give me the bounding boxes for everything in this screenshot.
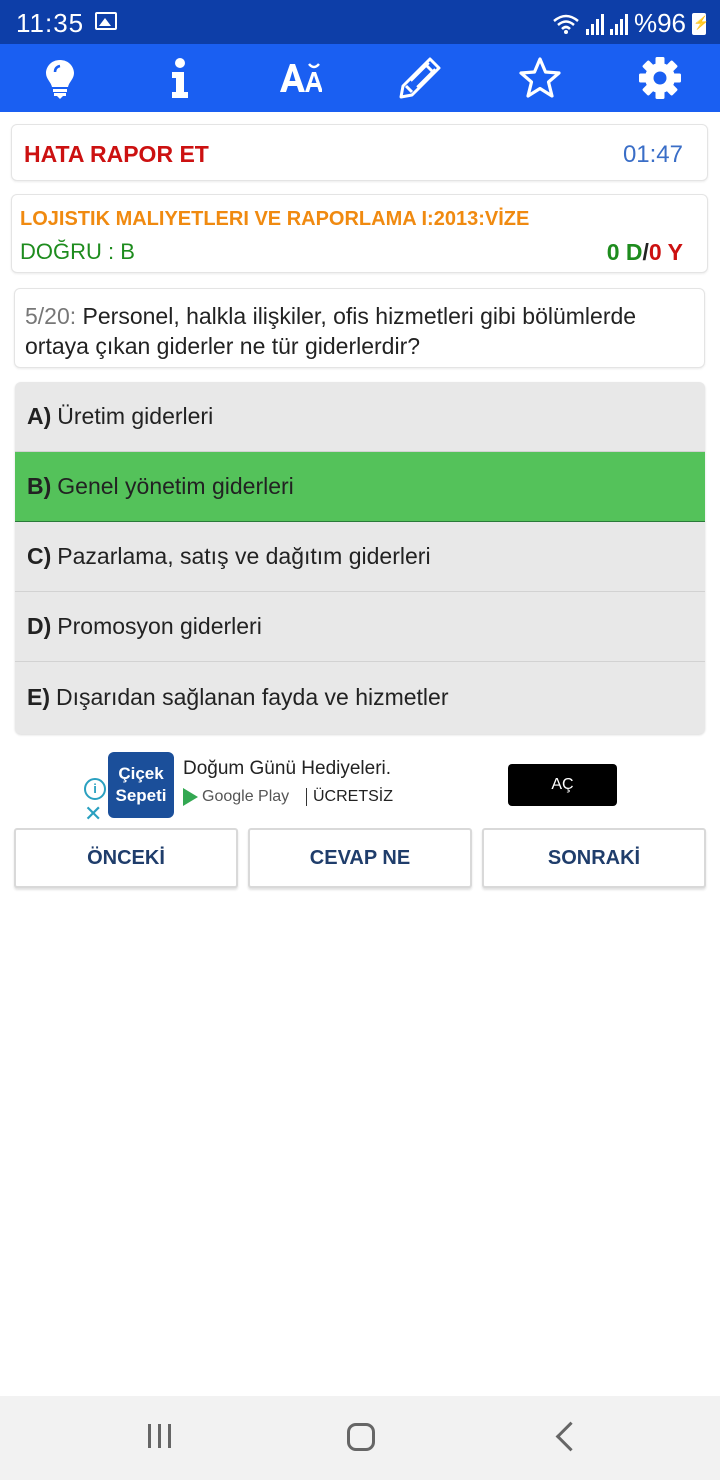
- edit-button[interactable]: [390, 48, 450, 108]
- lightbulb-icon: [46, 60, 74, 99]
- ad-info-icon[interactable]: i: [84, 778, 106, 800]
- ad-banner[interactable]: i ✕ Çiçek Sepeti Doğum Günü Hediyeleri. G…: [82, 748, 642, 826]
- option-letter: B): [27, 473, 52, 499]
- report-card: HATA RAPOR ET 01:47: [11, 124, 708, 181]
- google-play-icon: [183, 788, 198, 806]
- status-indicators: %96: [552, 8, 709, 39]
- option-d[interactable]: D) Promosyon giderleri: [15, 592, 705, 662]
- battery-charging-icon: [692, 12, 709, 35]
- battery-percentage: %96: [633, 8, 686, 38]
- ad-store: Google Play: [183, 788, 289, 806]
- option-e[interactable]: E) Dışarıdan sağlanan fayda ve hizmetler: [15, 662, 705, 732]
- hint-button[interactable]: [30, 48, 90, 108]
- status-time: 11:35: [16, 8, 85, 38]
- star-icon: [519, 57, 561, 98]
- option-text: Pazarlama, satış ve dağıtım giderleri: [57, 543, 431, 569]
- option-text: Dışarıdan sağlanan fayda ve hizmetler: [56, 683, 449, 710]
- wifi-icon: [553, 14, 579, 34]
- system-navigation-bar: [0, 1396, 720, 1480]
- ad-close-icon[interactable]: ✕: [84, 803, 102, 825]
- ad-open-button[interactable]: AÇ: [508, 764, 617, 806]
- option-letter: C): [27, 543, 52, 569]
- timer: 01:47: [622, 141, 683, 168]
- info-button[interactable]: [150, 48, 210, 108]
- ad-logo: Çiçek Sepeti: [108, 752, 174, 818]
- exam-info-card: LOJISTIK MALIYETLERI VE RAPORLAMA I:2013…: [11, 194, 708, 273]
- answer-options: A) Üretim giderleri B) Genel yönetim gider…: [15, 382, 705, 734]
- score-wrong: 0 Y: [648, 239, 683, 265]
- report-error-button[interactable]: HATA RAPOR ET: [24, 141, 209, 168]
- info-icon: [172, 58, 188, 98]
- pencil-icon: [399, 57, 441, 99]
- status-bar: 11:35 %96: [0, 0, 720, 44]
- recent-apps-button[interactable]: [148, 1424, 171, 1448]
- gear-icon: [639, 57, 681, 99]
- previous-button[interactable]: ÖNCEKİ: [14, 828, 238, 888]
- ad-title: Doğum Günü Hediyeleri.: [183, 758, 392, 779]
- app-toolbar: [0, 44, 720, 112]
- option-letter: D): [27, 613, 52, 639]
- option-b[interactable]: B) Genel yönetim giderleri: [15, 452, 705, 522]
- ad-price: ÜCRETSİZ: [306, 788, 393, 806]
- question-text: 5/20: Personel, halkla ilişkiler, ofis h…: [25, 301, 694, 361]
- back-button[interactable]: [555, 1421, 586, 1452]
- show-answer-button[interactable]: CEVAP NE: [248, 828, 472, 888]
- option-text: Genel yönetim giderleri: [57, 473, 294, 499]
- signal-icon: [585, 13, 604, 35]
- favorite-button[interactable]: [510, 48, 570, 108]
- next-button[interactable]: SONRAKİ: [482, 828, 706, 888]
- question-card: 5/20: Personel, halkla ilişkiler, ofis h…: [14, 288, 705, 368]
- signal-icon-2: [609, 13, 628, 35]
- question-navigation: ÖNCEKİ CEVAP NE SONRAKİ: [14, 828, 706, 888]
- font-size-icon: [280, 63, 322, 92]
- option-c[interactable]: C) Pazarlama, satış ve dağıtım giderleri: [15, 522, 705, 592]
- option-letter: E): [27, 683, 50, 710]
- score: 0 D/0 Y: [607, 239, 683, 266]
- home-button[interactable]: [347, 1423, 375, 1451]
- font-size-button[interactable]: [270, 48, 330, 108]
- course-title: LOJISTIK MALIYETLERI VE RAPORLAMA I:2013…: [20, 208, 530, 230]
- question-number: 5/20:: [25, 303, 77, 329]
- option-text: Üretim giderleri: [57, 403, 214, 429]
- settings-button[interactable]: [630, 48, 690, 108]
- score-correct: 0 D: [606, 239, 643, 265]
- option-a[interactable]: A) Üretim giderleri: [15, 382, 705, 452]
- option-letter: A): [27, 403, 52, 429]
- correct-answer: DOĞRU : B: [20, 239, 135, 264]
- question-body: Personel, halkla ilişkiler, ofis hizmetl…: [25, 303, 637, 359]
- gallery-notification-icon: [95, 12, 117, 30]
- option-text: Promosyon giderleri: [57, 613, 262, 639]
